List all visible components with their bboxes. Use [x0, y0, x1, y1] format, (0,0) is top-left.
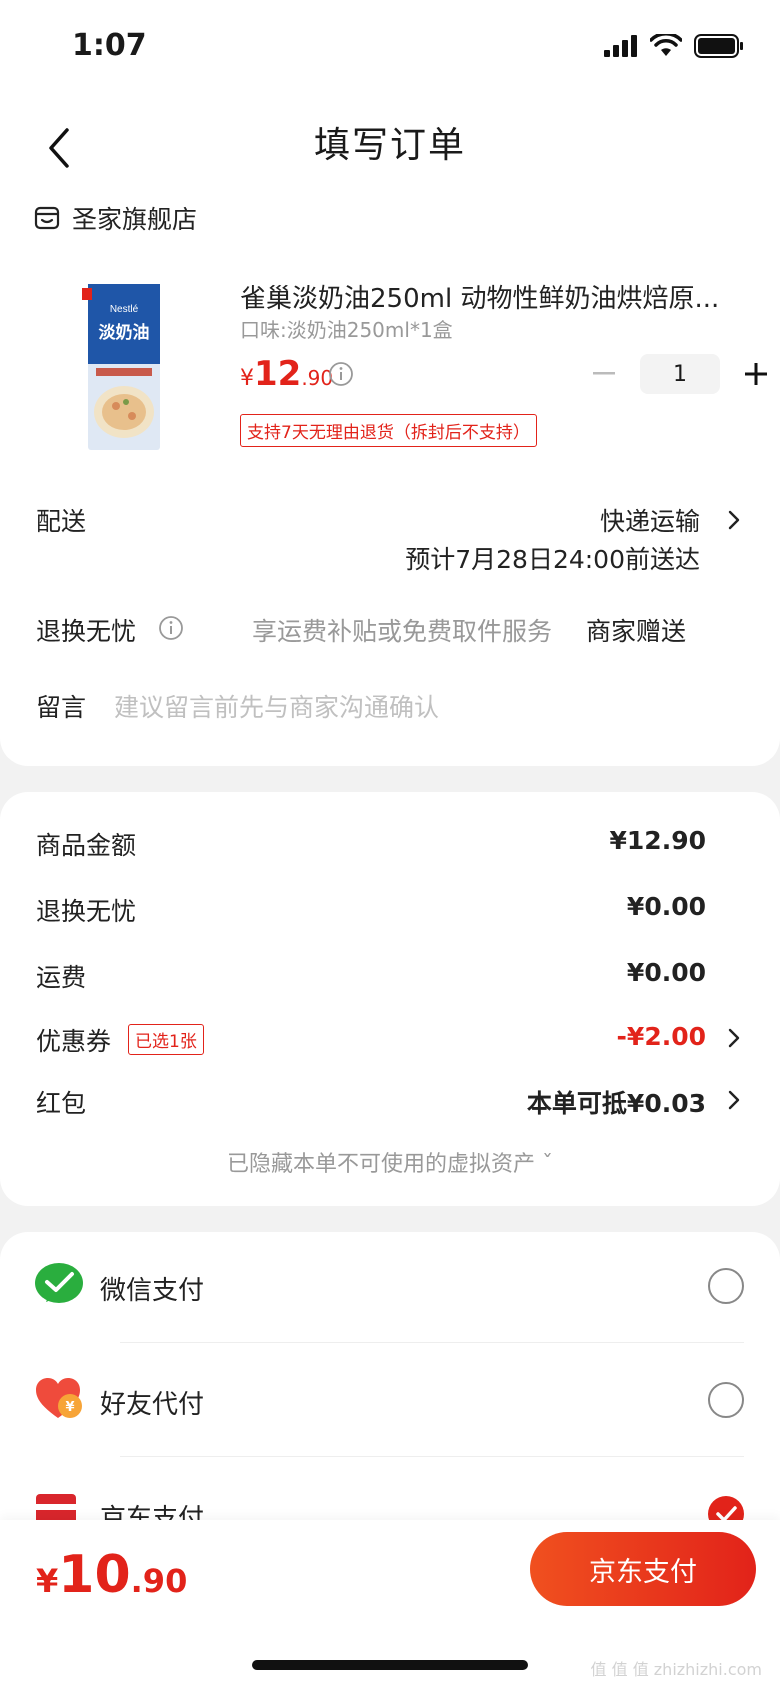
coupon-chevron-right-icon[interactable] [728, 1028, 740, 1048]
amount-value-worry-free: ¥0.00 [626, 892, 706, 921]
amount-label-goods: 商品金额 [36, 831, 137, 860]
amount-label-coupon: 优惠券 [36, 1027, 112, 1056]
friend-pay-radio[interactable] [708, 1382, 744, 1418]
svg-text:Nestlé: Nestlé [110, 304, 139, 315]
amount-label-red-packet: 红包 [36, 1089, 87, 1118]
divider [120, 1456, 744, 1457]
friend-pay-label[interactable]: 好友代付 [100, 1384, 204, 1421]
product-title[interactable]: 雀巢淡奶油250ml 动物性鲜奶油烘焙原... [240, 278, 740, 315]
svg-text:淡奶油: 淡奶油 [99, 322, 150, 343]
watermark: 值 值 值 zhizhizhi.com [590, 1660, 762, 1679]
worry-free-info-icon[interactable] [158, 615, 184, 641]
return-policy-badge: 支持7天无理由退货（拆封后不支持） [240, 414, 537, 447]
product-image[interactable]: Nestlé 淡奶油 [82, 282, 168, 454]
decrease-button[interactable] [584, 354, 624, 394]
amount-value-goods: ¥12.90 [609, 826, 706, 855]
amount-label-shipping: 运费 [36, 963, 87, 992]
home-indicator[interactable] [252, 1660, 528, 1670]
total-decimal: .90 [130, 1562, 188, 1600]
delivery-label: 配送 [36, 507, 87, 536]
message-input[interactable]: 建议留言前先与商家沟通确认 [114, 688, 439, 724]
page-title: 填写订单 [313, 125, 466, 166]
status-time: 1:07 [72, 28, 147, 63]
signal-icon [604, 35, 637, 57]
red-packet-chevron-right-icon[interactable] [728, 1090, 740, 1110]
amount-value-red-packet[interactable]: 本单可抵¥0.03 [527, 1084, 706, 1120]
divider [120, 1342, 744, 1343]
friend-pay-icon: ¥ [36, 1378, 82, 1418]
shop-name: 圣家旗舰店 [72, 205, 198, 234]
price-integer: 12 [254, 354, 302, 394]
total-integer: 10 [58, 1545, 131, 1605]
worry-free-description: 享运费补贴或免费取件服务 [252, 617, 553, 646]
nav-bar: 填写订单 [0, 100, 780, 200]
delivery-eta: 预计7月28日24:00前送达 [405, 545, 700, 574]
hidden-assets-toggle[interactable]: 已隐藏本单不可使用的虚拟资产 ˇ [0, 1146, 780, 1178]
product-price: ¥ 12 .90 [240, 354, 333, 394]
wifi-icon [650, 34, 682, 56]
wechat-pay-radio[interactable] [708, 1268, 744, 1304]
wechat-pay-icon [35, 1263, 83, 1303]
total-symbol: ¥ [36, 1562, 59, 1600]
price-info-icon[interactable] [328, 361, 354, 387]
submit-pay-button[interactable]: 京东支付 [530, 1532, 756, 1606]
plus-icon [745, 363, 767, 385]
increase-button[interactable] [736, 354, 776, 394]
shop-icon [34, 206, 60, 230]
amount-value-shipping: ¥0.00 [626, 958, 706, 987]
minus-icon [593, 372, 615, 375]
status-bar: 1:07 [0, 0, 780, 100]
message-label: 留言 [36, 693, 87, 722]
delivery-chevron-right-icon[interactable] [728, 510, 740, 530]
shop-row[interactable]: 圣家旗舰店 [34, 200, 197, 236]
worry-free-gift: 商家赠送 [586, 617, 687, 646]
wechat-pay-label[interactable]: 微信支付 [100, 1270, 204, 1307]
battery-icon [694, 34, 743, 58]
svg-text:¥: ¥ [65, 1400, 74, 1415]
quantity-stepper: 1 [584, 354, 776, 394]
total-price: ¥ 10 .90 [36, 1545, 187, 1605]
coupon-badge: 已选1张 [128, 1024, 204, 1055]
amount-label-worry-free: 退换无忧 [36, 897, 137, 926]
worry-free-label: 退换无忧 [36, 617, 137, 646]
delivery-method[interactable]: 快递运输 [600, 502, 700, 538]
status-icons [604, 34, 744, 58]
quantity-value[interactable]: 1 [640, 354, 720, 394]
price-symbol: ¥ [240, 366, 254, 391]
amount-value-coupon[interactable]: -¥2.00 [617, 1022, 706, 1051]
product-spec: 口味:淡奶油250ml*1盒 [240, 318, 453, 342]
